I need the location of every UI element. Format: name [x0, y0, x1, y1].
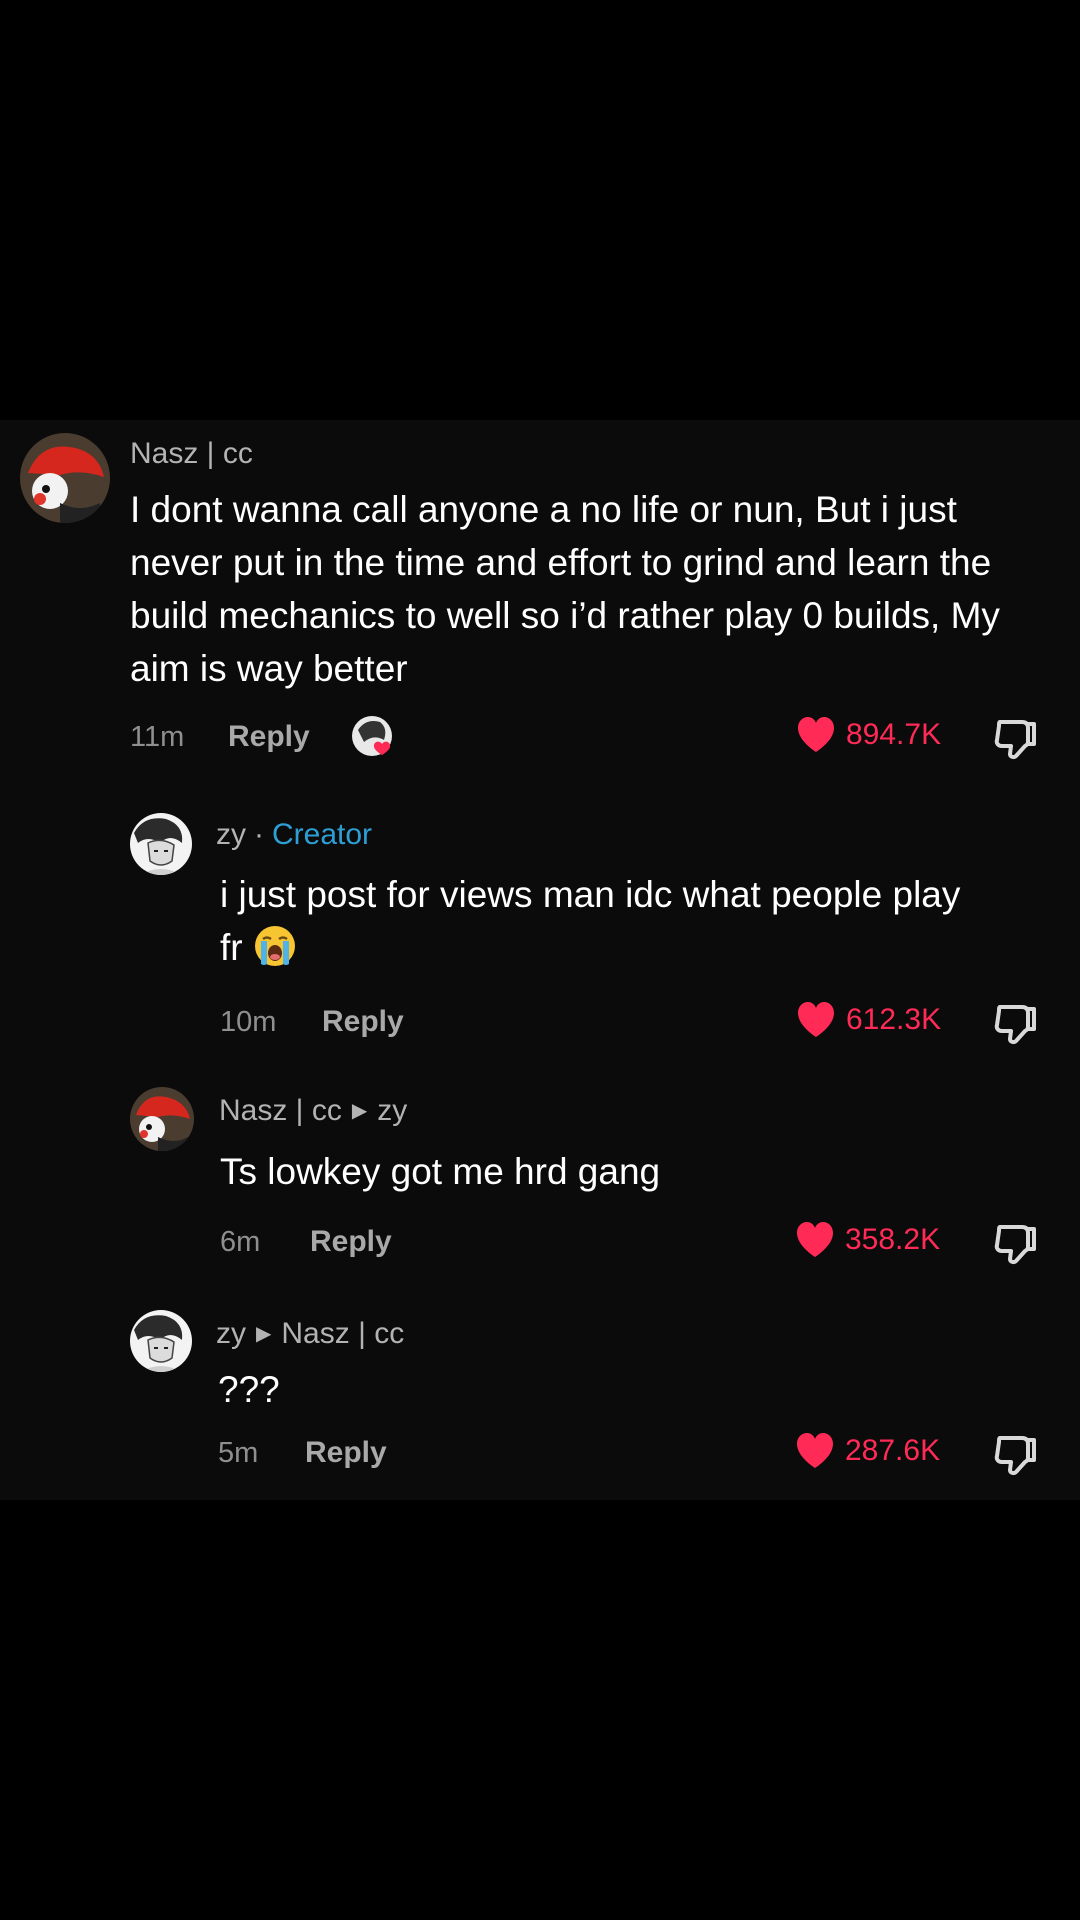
thumbs-down-icon: [994, 720, 1036, 760]
comment-username: zy ▶ Nasz | cc: [216, 1317, 404, 1351]
like-button[interactable]: 358.2K: [795, 1221, 940, 1259]
creator-avatar-icon: [352, 716, 392, 756]
comment-text: ???: [218, 1369, 280, 1410]
heart-icon: [797, 1433, 833, 1468]
comment-time: 10m: [220, 1006, 277, 1038]
reply-to-username[interactable]: Nasz | cc: [281, 1317, 404, 1350]
reply-button[interactable]: Reply: [305, 1436, 387, 1470]
dislike-button[interactable]: [992, 1432, 1038, 1478]
like-button[interactable]: 287.6K: [795, 1432, 940, 1470]
username-link[interactable]: zy: [216, 1317, 246, 1350]
comment-username: Nasz | cc ▶ zy: [219, 1094, 407, 1128]
like-count: 358.2K: [845, 1223, 941, 1256]
avatar[interactable]: [130, 813, 192, 875]
reply-button[interactable]: Reply: [322, 1005, 404, 1039]
like-button[interactable]: 894.7K: [796, 716, 941, 754]
comment-text: i just post for views man idc what peopl…: [220, 874, 961, 968]
avatar[interactable]: [20, 433, 110, 523]
reply-arrow-icon: ▶: [256, 1323, 272, 1345]
reply-button[interactable]: Reply: [310, 1225, 392, 1259]
creator-badge: Creator: [272, 818, 373, 851]
dislike-button[interactable]: [992, 1001, 1038, 1047]
dislike-button[interactable]: [992, 1221, 1038, 1267]
like-count: 894.7K: [846, 718, 942, 751]
reply-to-username[interactable]: zy: [377, 1094, 407, 1127]
comment-time: 6m: [220, 1226, 261, 1258]
comment-text: I dont wanna call anyone a no life or nu…: [130, 489, 1000, 689]
heart-icon: [798, 717, 834, 752]
reply-button[interactable]: Reply: [228, 720, 310, 754]
creator-liked-badge: [352, 714, 398, 760]
username-link[interactable]: zy: [216, 818, 246, 851]
thumbs-down-icon: [994, 1436, 1036, 1476]
loudly-crying-face-icon: [254, 926, 295, 966]
comment-username: zy · Creator: [216, 818, 372, 852]
like-count: 612.3K: [846, 1003, 942, 1036]
comment-time: 5m: [218, 1437, 259, 1469]
reply-arrow-icon: ▶: [351, 1100, 368, 1122]
avatar[interactable]: [130, 1310, 192, 1372]
comment-time: 11m: [130, 721, 185, 753]
username-link[interactable]: Nasz | cc: [219, 1094, 342, 1127]
heart-icon: [798, 1002, 834, 1037]
like-count: 287.6K: [845, 1434, 941, 1467]
thumbs-down-icon: [994, 1225, 1036, 1265]
thumbs-down-icon: [994, 1005, 1036, 1045]
like-button[interactable]: 612.3K: [796, 1001, 941, 1039]
dislike-button[interactable]: [992, 716, 1038, 762]
separator-dot: ·: [254, 818, 264, 851]
avatar[interactable]: [130, 1087, 194, 1151]
comment-username[interactable]: Nasz | cc: [130, 437, 253, 471]
comment-text: Ts lowkey got me hrd gang: [220, 1151, 661, 1192]
heart-icon: [797, 1222, 833, 1257]
